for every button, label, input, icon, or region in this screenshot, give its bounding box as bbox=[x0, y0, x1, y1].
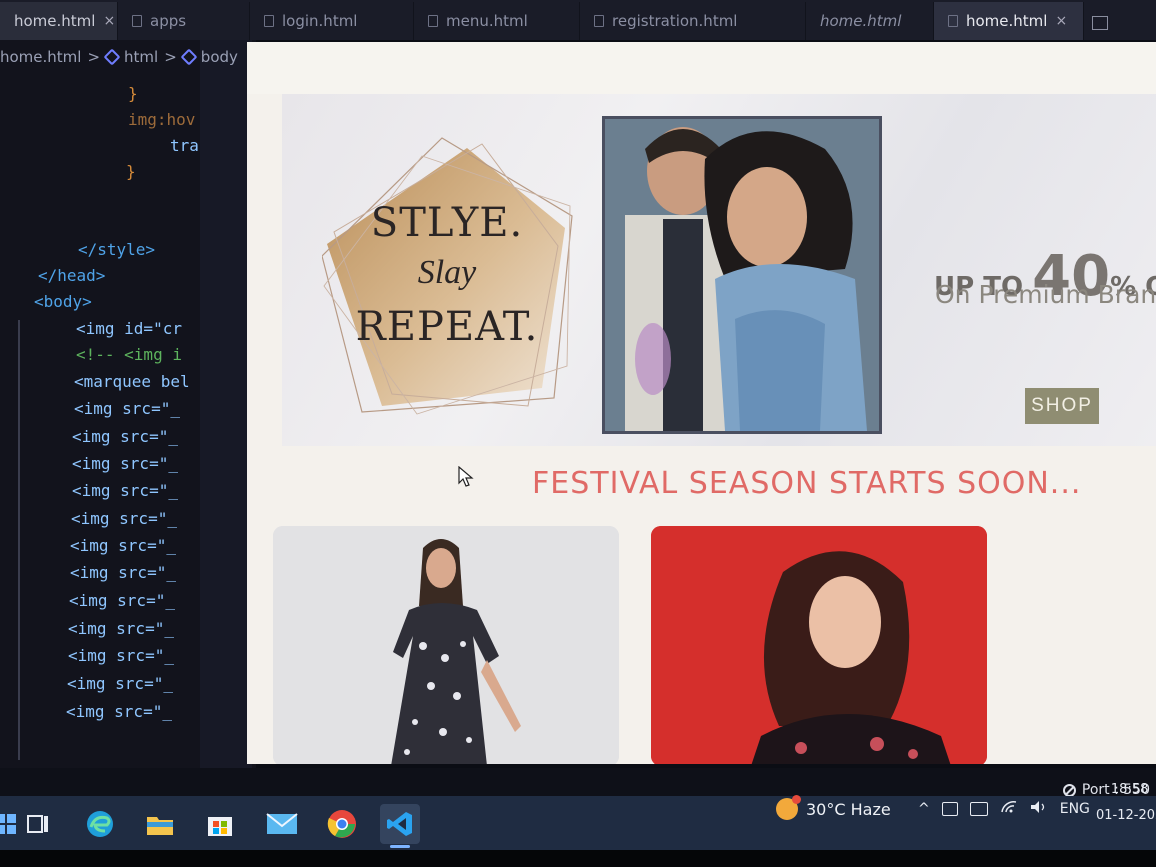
code-line: } bbox=[126, 162, 136, 181]
file-icon bbox=[132, 15, 142, 27]
logo-line-style: STLYE. bbox=[370, 200, 524, 246]
file-icon bbox=[428, 15, 438, 27]
file-icon bbox=[594, 15, 604, 27]
logo-line-slay: Slay bbox=[417, 254, 477, 291]
tab-home-html-preview[interactable]: home.html bbox=[806, 2, 934, 40]
page-top-strip bbox=[247, 42, 1156, 94]
style-slay-repeat-logo: STLYE. Slay REPEAT. bbox=[322, 136, 582, 416]
code-line: } bbox=[128, 84, 138, 103]
file-icon bbox=[264, 15, 274, 27]
code-line: <img src="_ bbox=[68, 646, 174, 665]
breadcrumb-item-body[interactable]: body bbox=[201, 48, 238, 66]
element-icon bbox=[103, 48, 121, 66]
port-icon bbox=[1062, 783, 1076, 797]
hero-banner: STLYE. Slay REPEAT. UP TO 40% OFF On Pre… bbox=[282, 94, 1156, 446]
festival-heading: FESTIVAL SEASON STARTS SOON... bbox=[532, 466, 1082, 501]
breadcrumb-separator: > bbox=[164, 48, 177, 66]
code-line: </head> bbox=[38, 266, 106, 285]
code-line: <img src="_ bbox=[72, 481, 178, 500]
code-line: <marquee bel bbox=[74, 372, 190, 391]
element-icon bbox=[180, 48, 198, 66]
code-line: <img src="_ bbox=[70, 563, 176, 582]
product-card-red-backdrop[interactable] bbox=[651, 526, 987, 764]
code-line: <img id="cr bbox=[76, 319, 182, 338]
vscode-icon[interactable] bbox=[380, 804, 420, 848]
clock[interactable]: 18:58 01-12-202 bbox=[1096, 780, 1156, 826]
weather-text: 30°C Haze bbox=[806, 799, 891, 819]
weather-widget[interactable]: 30°C Haze bbox=[776, 795, 891, 820]
tab-label: home.html bbox=[966, 12, 1048, 30]
wifi-icon[interactable] bbox=[1000, 800, 1018, 818]
code-line: <img src="_ bbox=[67, 674, 173, 693]
split-editor-icon[interactable] bbox=[1092, 16, 1108, 30]
code-line: img:hov bbox=[128, 110, 196, 129]
model-photo-floral-dress bbox=[273, 526, 619, 764]
weather-sun-icon bbox=[776, 795, 801, 820]
language-indicator[interactable]: ENG bbox=[1060, 801, 1090, 817]
editor-status-bar bbox=[0, 768, 1156, 796]
tab-apps[interactable]: apps bbox=[118, 2, 250, 40]
product-card-floral-dress[interactable] bbox=[273, 526, 619, 764]
code-line: <!-- <img i bbox=[76, 345, 182, 364]
tab-label: home.html bbox=[820, 12, 902, 30]
code-line: <img src="_ bbox=[72, 427, 178, 446]
device-icon[interactable] bbox=[941, 802, 958, 816]
edge-browser-icon[interactable] bbox=[80, 804, 120, 844]
couple-photo bbox=[602, 116, 882, 434]
shop-button[interactable]: SHOP bbox=[1025, 388, 1099, 424]
mouse-cursor-icon bbox=[458, 466, 474, 487]
speaker-icon[interactable] bbox=[1030, 800, 1048, 818]
mail-icon[interactable] bbox=[262, 804, 302, 844]
model-photo-smiling-woman bbox=[651, 526, 987, 764]
logo-line-repeat: REPEAT. bbox=[355, 304, 539, 350]
editor-tab-bar: home.html × apps login.html menu.html re… bbox=[0, 0, 1156, 40]
tab-label: home.html bbox=[14, 12, 96, 30]
screen-bezel bbox=[0, 850, 1156, 867]
tab-label: login.html bbox=[282, 12, 358, 30]
code-line: <img src="_ bbox=[68, 619, 174, 638]
breadcrumb: home.html > html > body bbox=[0, 46, 256, 68]
code-line: </style> bbox=[78, 240, 156, 259]
tab-login-html[interactable]: login.html bbox=[250, 2, 414, 40]
code-line: <img src="_ bbox=[70, 536, 176, 555]
code-line: <img src="_ bbox=[69, 591, 175, 610]
breadcrumb-file[interactable]: home.html bbox=[0, 48, 81, 66]
code-line: <img src="_ bbox=[74, 399, 180, 418]
tab-label: registration.html bbox=[612, 12, 738, 30]
indent-guide bbox=[18, 320, 20, 760]
tab-home-html-active[interactable]: home.html × bbox=[934, 2, 1084, 40]
clock-date: 01-12-202 bbox=[1096, 808, 1156, 823]
tab-registration-html[interactable]: registration.html bbox=[580, 2, 806, 40]
minimap bbox=[200, 40, 252, 768]
close-icon[interactable]: × bbox=[103, 13, 115, 29]
task-view-icon[interactable] bbox=[18, 804, 58, 844]
file-icon bbox=[948, 15, 958, 27]
tab-label: apps bbox=[150, 12, 187, 30]
tab-menu-html[interactable]: menu.html bbox=[414, 2, 580, 40]
breadcrumb-separator: > bbox=[87, 48, 101, 66]
breadcrumb-item-html[interactable]: html bbox=[124, 48, 158, 66]
code-line: <img src="_ bbox=[66, 702, 172, 721]
file-explorer-icon[interactable] bbox=[140, 804, 180, 844]
chevron-up-icon[interactable]: ^ bbox=[918, 801, 930, 817]
browser-preview[interactable]: STLYE. Slay REPEAT. UP TO 40% OFF On Pre… bbox=[247, 42, 1156, 764]
code-line: <body> bbox=[34, 292, 92, 311]
code-line: tra bbox=[170, 136, 199, 155]
battery-icon[interactable] bbox=[969, 802, 988, 816]
code-line: <img src="_ bbox=[71, 509, 177, 528]
tab-label: menu.html bbox=[446, 12, 528, 30]
tab-home-html-1[interactable]: home.html × bbox=[0, 2, 118, 40]
close-icon[interactable]: × bbox=[1055, 13, 1067, 29]
code-editor[interactable]: home.html > html > body } img:hov tra } … bbox=[0, 40, 256, 768]
system-tray: ^ ENG bbox=[918, 800, 1090, 818]
clock-time: 18:58 bbox=[1110, 782, 1149, 797]
chrome-icon[interactable] bbox=[322, 804, 362, 844]
microsoft-store-icon[interactable] bbox=[200, 804, 240, 844]
code-line: <img src="_ bbox=[72, 454, 178, 473]
offer-subtitle: On Premium Brand bbox=[935, 280, 1156, 309]
